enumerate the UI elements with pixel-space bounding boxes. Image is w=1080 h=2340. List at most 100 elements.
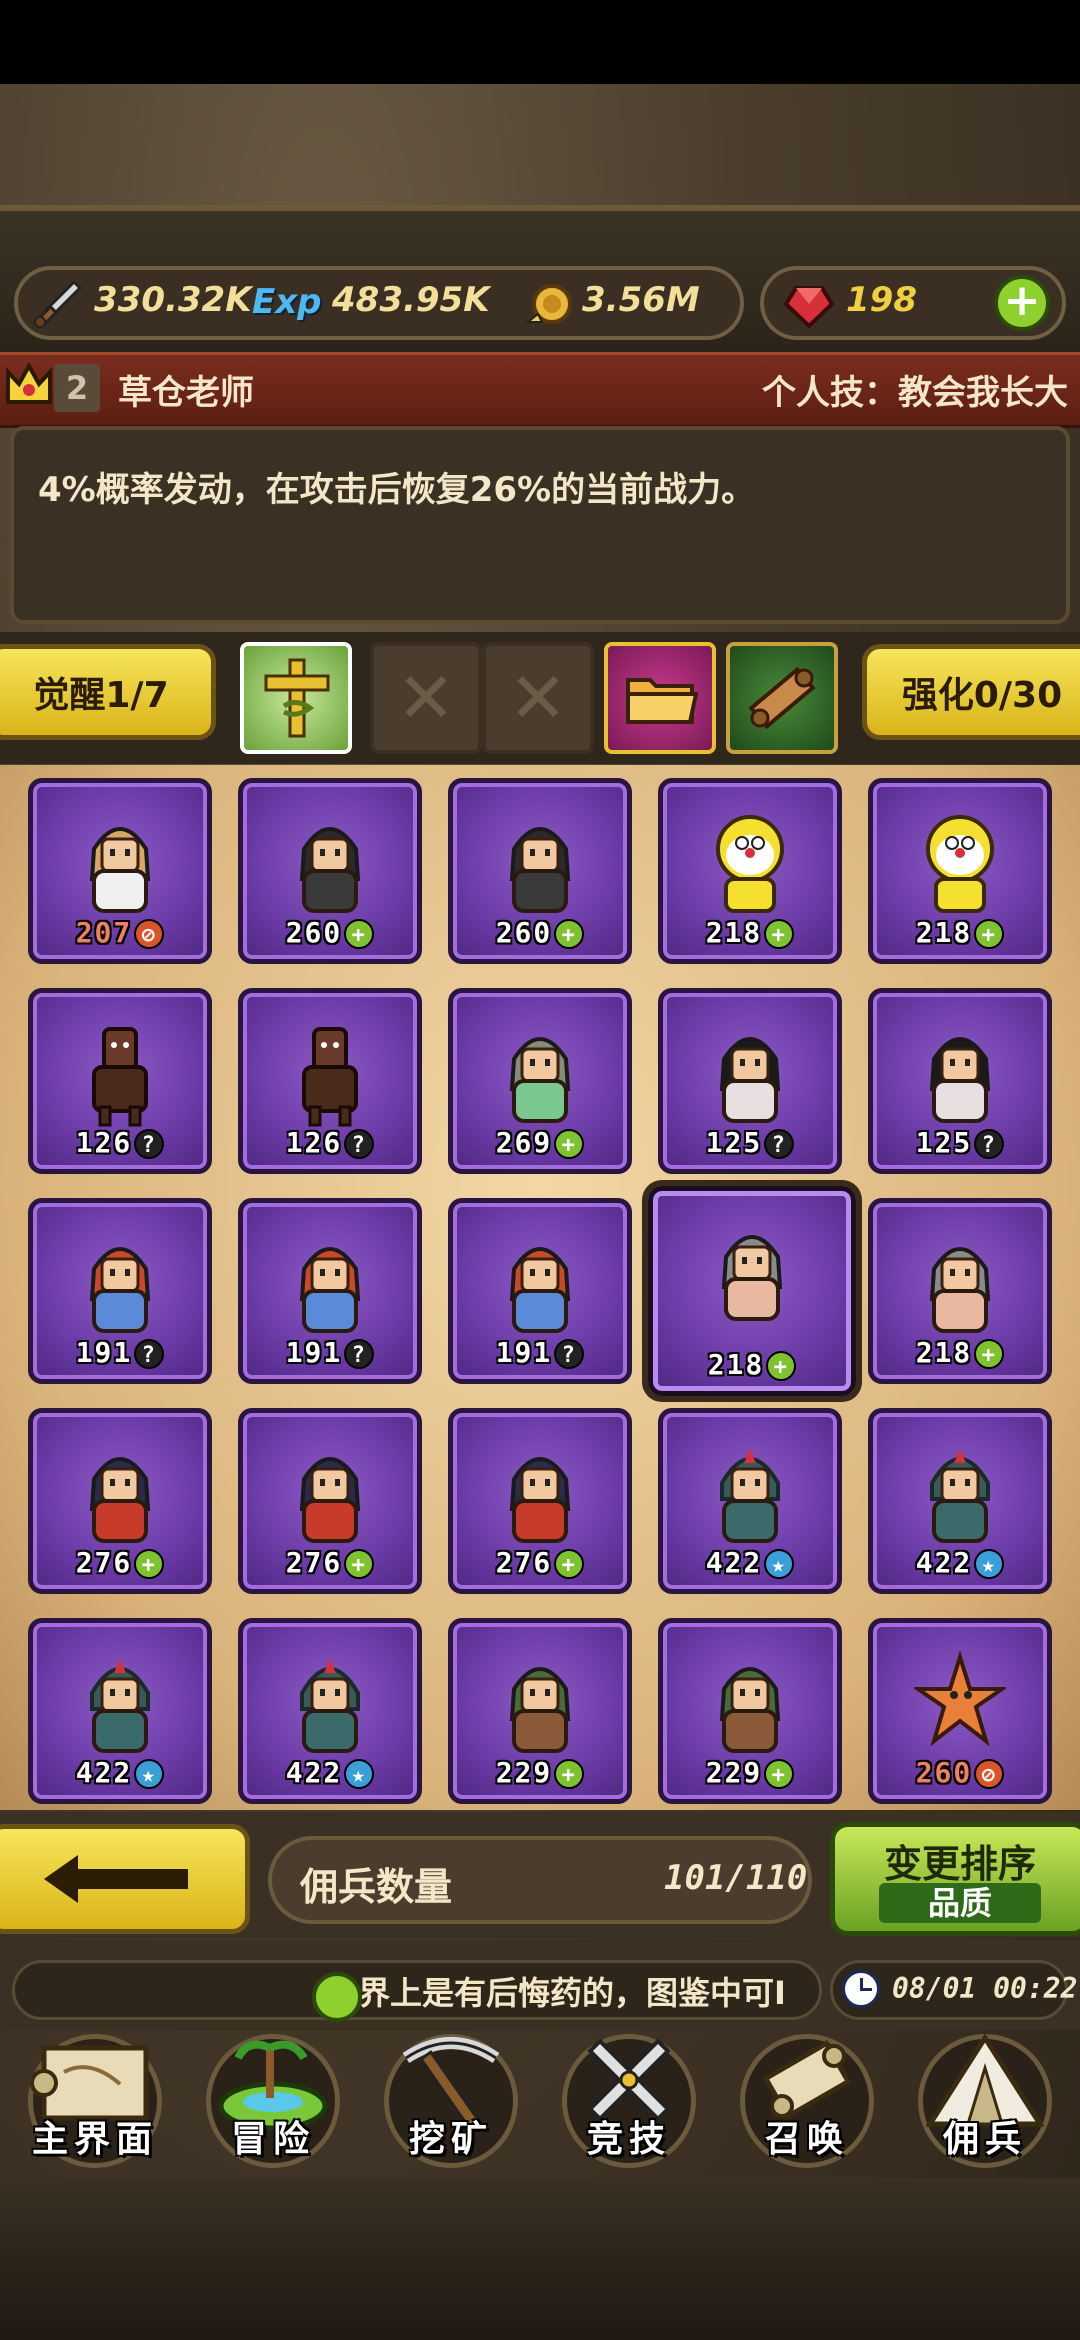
- mercenary-card[interactable]: 191?: [238, 1198, 422, 1384]
- mercenary-level-value: 229: [495, 1756, 553, 1789]
- mercenary-level: 260 +: [243, 916, 417, 949]
- star-badge-icon: ★: [344, 1759, 375, 1789]
- star-badge-icon: ★: [764, 1549, 795, 1579]
- mercenary-level-value: 422: [75, 1756, 133, 1789]
- skill-description: 4%概率发动，在攻击后恢复26%的当前战力。: [38, 470, 756, 510]
- sort-title: 变更排序: [883, 1842, 1036, 1886]
- mercenary-level: 218 +: [663, 916, 837, 949]
- mercenary-card[interactable]: 260 +: [238, 778, 422, 964]
- mercenary-level-value: 125: [915, 1126, 973, 1159]
- mercenary-card[interactable]: 229 +: [448, 1618, 632, 1804]
- mercenary-portrait: [494, 1229, 586, 1339]
- mercenary-level-value: 191: [495, 1336, 553, 1369]
- mercenary-portrait: [74, 1019, 166, 1129]
- mercenary-card[interactable]: 126?: [238, 988, 422, 1174]
- mercenary-level: 229 +: [453, 1756, 627, 1789]
- mercenary-portrait: [284, 1439, 376, 1549]
- mercenary-card[interactable]: 125?: [658, 988, 842, 1174]
- equip-slot-empty-2[interactable]: ✕: [482, 642, 594, 754]
- mercenary-count-label: 佣兵数量: [300, 1865, 453, 1909]
- mercenary-portrait: [284, 1229, 376, 1339]
- question-badge-icon: ?: [344, 1129, 375, 1159]
- nav-pickaxe[interactable]: 挖矿: [366, 2020, 536, 2170]
- mercenary-card[interactable]: 276 +: [448, 1408, 632, 1594]
- arrow-left-icon: [44, 1855, 188, 1903]
- mercenary-portrait: [706, 1217, 798, 1327]
- mercenary-card[interactable]: 125?: [868, 988, 1052, 1174]
- mercenary-level: 207 ⊘: [33, 916, 207, 949]
- mercenary-level-value: 191: [285, 1336, 343, 1369]
- mercenary-level: 191?: [243, 1336, 417, 1369]
- nav-crossed-swords[interactable]: 竞技: [544, 2020, 714, 2170]
- change-sort-button[interactable]: 变更排序 品质: [830, 1822, 1080, 1936]
- mercenary-card[interactable]: 191?: [448, 1198, 632, 1384]
- mercenary-portrait: [704, 1019, 796, 1129]
- mercenary-card[interactable]: 218 +: [658, 778, 842, 964]
- mercenary-level: 191?: [33, 1336, 207, 1369]
- folder-icon: [626, 678, 699, 724]
- mercenary-level-value: 218: [915, 916, 973, 949]
- mercenary-level: 126?: [33, 1126, 207, 1159]
- rank-badge-icon: ⊘: [974, 1759, 1005, 1789]
- mercenary-portrait: [914, 1229, 1006, 1339]
- mercenary-card[interactable]: 422 ★: [868, 1408, 1052, 1594]
- mercenary-level-value: 260: [495, 916, 553, 949]
- hero-skill-title: 个人技：教会我长大: [762, 373, 1068, 413]
- mercenary-card[interactable]: 260 +: [448, 778, 632, 964]
- add-gems-button[interactable]: +: [994, 275, 1050, 331]
- nav-island[interactable]: 冒险: [188, 2020, 358, 2170]
- mercenary-level-value: 218: [915, 1336, 973, 1369]
- mercenary-level-value: 276: [75, 1546, 133, 1579]
- plus-badge-icon: +: [766, 1351, 797, 1381]
- sort-mode: 品质: [879, 1883, 1041, 1923]
- mercenary-card[interactable]: 191?: [28, 1198, 212, 1384]
- mercenary-card[interactable]: 276 +: [28, 1408, 212, 1594]
- mercenary-level: 260 ⊘: [873, 1756, 1047, 1789]
- mercenary-portrait: [494, 809, 586, 919]
- mercenary-card-selected[interactable]: 218 +: [648, 1186, 856, 1396]
- mercenary-portrait: [704, 1649, 796, 1759]
- mercenary-portrait: [494, 1439, 586, 1549]
- mercenary-card[interactable]: 260 ⊘: [868, 1618, 1052, 1804]
- mercenary-level-value: 276: [495, 1546, 553, 1579]
- nav-summon-scroll[interactable]: 召唤: [722, 2020, 892, 2170]
- equip-slot-empty-1[interactable]: ✕: [370, 642, 482, 754]
- mercenary-level: 191?: [453, 1336, 627, 1369]
- mercenary-card[interactable]: 422 ★: [238, 1618, 422, 1804]
- nav-tent[interactable]: 佣兵: [900, 2020, 1070, 2170]
- equip-slot-relic[interactable]: [240, 642, 352, 754]
- plus-badge-icon: +: [974, 919, 1005, 949]
- mercenary-portrait: [911, 1649, 1009, 1759]
- back-button[interactable]: [0, 1824, 250, 1934]
- plus-badge-icon: +: [764, 1759, 795, 1789]
- mercenary-portrait: [284, 1019, 376, 1129]
- exp-value: 483.95K: [332, 280, 490, 320]
- nav-label: 挖矿: [408, 2119, 493, 2160]
- mercenary-card[interactable]: 422 ★: [28, 1618, 212, 1804]
- mercenary-level-value: 126: [75, 1126, 133, 1159]
- nav-scroll-map[interactable]: 主界面: [10, 2020, 180, 2170]
- golden-cross-icon: [264, 658, 330, 738]
- mercenary-card[interactable]: 269 +: [448, 988, 632, 1174]
- mercenary-card[interactable]: 218 +: [868, 778, 1052, 964]
- sword-icon: [30, 276, 86, 332]
- mercenary-card[interactable]: 229 +: [658, 1618, 842, 1804]
- mercenary-portrait: [74, 1229, 166, 1339]
- plus-badge-icon: +: [344, 919, 375, 949]
- mercenary-level-value: 260: [915, 1756, 973, 1789]
- clock-icon: [842, 1970, 880, 2008]
- mercenary-level-value: 422: [705, 1546, 763, 1579]
- question-badge-icon: ?: [134, 1339, 165, 1369]
- mercenary-card[interactable]: 207 ⊘: [28, 778, 212, 964]
- nav-label: 竞技: [586, 2119, 671, 2160]
- mercenary-card[interactable]: 126?: [28, 988, 212, 1174]
- bottom-margin: [0, 2178, 1080, 2340]
- awaken-button[interactable]: 觉醒1/7: [0, 644, 216, 740]
- equip-slot-folder[interactable]: [604, 642, 716, 754]
- equip-slot-scroll[interactable]: [726, 642, 838, 754]
- enhance-button[interactable]: 强化0/30: [862, 644, 1080, 740]
- mercenary-portrait: [914, 1439, 1006, 1549]
- mercenary-card[interactable]: 218 +: [868, 1198, 1052, 1384]
- mercenary-card[interactable]: 276 +: [238, 1408, 422, 1594]
- mercenary-card[interactable]: 422 ★: [658, 1408, 842, 1594]
